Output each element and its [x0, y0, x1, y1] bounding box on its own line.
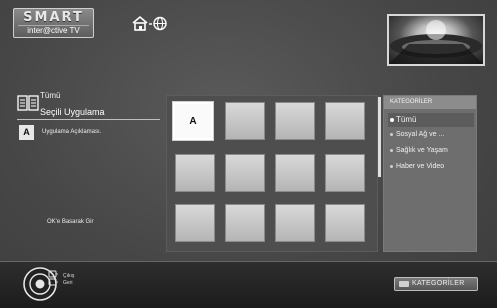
app-tile[interactable]	[275, 204, 315, 242]
home-globe-icon[interactable]	[130, 15, 170, 31]
tv-preview-thumbnail	[387, 14, 485, 66]
exit-label: Çıkış	[63, 273, 75, 279]
bullet-icon	[390, 165, 393, 168]
app-tile[interactable]	[275, 154, 315, 192]
app-tile[interactable]	[175, 204, 215, 242]
grid-scrollbar[interactable]	[378, 97, 381, 177]
divider	[17, 119, 160, 120]
selected-app-icon: A	[19, 125, 34, 140]
app-tile[interactable]	[175, 154, 215, 192]
categories-button-label: KATEGORİLER	[412, 280, 465, 287]
selected-app-title: Seçili Uygulama	[40, 107, 105, 117]
app-description: Uygulama Açıklaması.	[42, 129, 102, 135]
bullet-icon	[390, 133, 393, 136]
category-label: Sosyal Ağ ve ...	[396, 131, 445, 138]
stadium-image	[389, 20, 483, 64]
smart-tv-logo: SMART inter@ctive TV	[13, 8, 94, 38]
app-tile[interactable]	[325, 154, 365, 192]
categories-panel: KATEGORİLER Tümü Sosyal Ağ ve ... Sağlık…	[383, 95, 477, 252]
logo-sub-text: inter@ctive TV	[18, 25, 89, 35]
back-label: Geri	[63, 280, 73, 286]
category-label: Haber ve Video	[396, 163, 445, 170]
categories-header: KATEGORİLER	[384, 96, 476, 109]
category-label: Tümü	[396, 115, 417, 124]
app-grid: A	[166, 95, 378, 252]
category-item-news[interactable]: Haber ve Video	[388, 160, 474, 174]
app-tile-selected[interactable]: A	[173, 102, 213, 140]
app-tile[interactable]	[225, 102, 265, 140]
app-tile[interactable]	[325, 102, 365, 140]
bullet-icon	[390, 118, 394, 122]
logo-main-text: SMART	[23, 10, 84, 25]
category-item-all[interactable]: Tümü	[388, 113, 474, 127]
app-tile[interactable]	[225, 154, 265, 192]
bullet-icon	[390, 149, 393, 152]
categories-button[interactable]: KATEGORİLER	[394, 277, 478, 291]
category-item-social[interactable]: Sosyal Ağ ve ...	[388, 128, 474, 142]
ok-hint-text: OK'e Basarak Gir	[47, 219, 94, 225]
category-label: Sağlık ve Yaşam	[396, 147, 448, 154]
remote-dpad-icon	[23, 267, 58, 301]
app-list-icon	[17, 95, 39, 111]
red-key-icon	[399, 281, 409, 287]
app-tile[interactable]	[325, 204, 365, 242]
all-category-label: Tümü	[40, 91, 61, 100]
app-tile[interactable]	[275, 102, 315, 140]
app-tile[interactable]	[225, 204, 265, 242]
category-item-health[interactable]: Sağlık ve Yaşam	[388, 144, 474, 158]
